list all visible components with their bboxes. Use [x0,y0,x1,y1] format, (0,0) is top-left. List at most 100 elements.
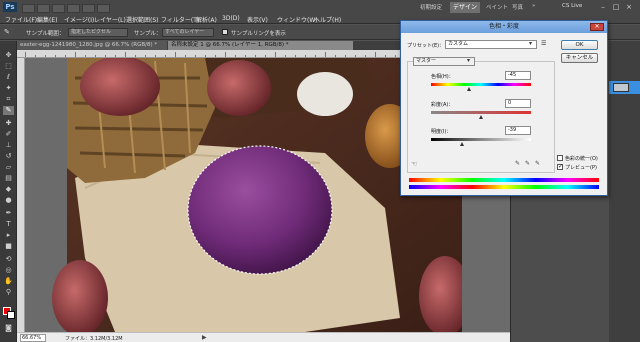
menu-file[interactable]: ファイル(F) [5,15,37,24]
hand-tool-icon[interactable]: ✋ [3,277,14,286]
screen-mode-icon[interactable] [67,4,80,13]
menu-edit[interactable]: 編集(E) [37,15,57,24]
menu-filter[interactable]: フィルター(T) [161,15,199,24]
minibridge-icon[interactable] [37,4,50,13]
vertical-ruler [17,58,25,332]
ruler-tick [385,55,386,57]
sample-size-label: サンプル範囲： [26,31,65,37]
move-tool-icon[interactable]: ✥ [3,51,14,60]
dialog-title[interactable]: 色相・彩度 [401,21,607,33]
shape-tool-icon[interactable]: ■ [3,242,14,251]
path-select-tool-icon[interactable]: ▸ [3,231,14,240]
clone-stamp-tool-icon[interactable]: ⊥ [3,141,14,150]
ruler-tick [205,55,206,57]
saturation-slider-thumb[interactable] [479,115,483,119]
tab-easter-egg[interactable]: easter-egg-1241980_1280.jpg @ 66.7% (RGB… [17,41,167,50]
sample-layers-select[interactable]: すべてのレイヤー [162,28,214,37]
arrange-docs-icon[interactable] [82,4,95,13]
menu-layer[interactable]: レイヤー(L) [94,15,126,24]
workspace-design[interactable]: デザイン [450,2,480,13]
zoom-input[interactable]: 66.67% [20,334,46,342]
colorize-checkbox[interactable] [557,155,563,161]
menu-select[interactable]: 選択範囲(S) [126,15,159,24]
healing-brush-tool-icon[interactable]: ✚ [3,119,14,128]
lightness-input[interactable]: -39 [505,126,531,135]
ok-button[interactable]: OK [561,40,598,50]
eyedropper-icon[interactable]: ✎ [515,160,520,167]
lightness-slider-track[interactable] [431,138,531,141]
menu-window[interactable]: ウィンドウ(W) [277,15,318,24]
tab-untitled-1[interactable]: 名称未設定 1 @ 66.7% (レイヤー 1, RGB/8) * [168,41,353,50]
pen-tool-icon[interactable]: ✒ [3,209,14,218]
quick-mask-icon[interactable]: ◙ [3,324,14,333]
photoshop-logo: Ps [3,2,17,12]
bridge-icon[interactable] [22,4,35,13]
hue-saturation-dialog: 色相・彩度 ✕ プリセット(E)： カスタム ▾ ☰ OK キャンセル マスター… [400,20,608,196]
eyedropper-tool-icon[interactable]: ✎ [3,106,14,115]
layer-thumbnail[interactable] [613,83,629,92]
maximize-icon[interactable]: □ [611,3,621,11]
dialog-close-icon[interactable]: ✕ [590,23,604,31]
extras-icon[interactable] [97,4,110,13]
ruler-tick [305,55,306,57]
quick-select-tool-icon[interactable]: ✦ [3,84,14,93]
3d-orbit-tool-icon[interactable]: ◎ [3,266,14,275]
eraser-tool-icon[interactable]: ▱ [3,163,14,172]
preset-select[interactable]: カスタム [445,40,537,49]
preset-options-icon[interactable]: ☰ [541,40,546,47]
ruler-tick [365,55,366,57]
ruler-tick [35,55,36,57]
brush-tool-icon[interactable]: ✐ [3,130,14,139]
ruler-tick [295,55,296,57]
lightness-slider-thumb[interactable] [459,142,464,146]
dodge-tool-icon[interactable]: ● [3,196,14,205]
saturation-slider-track[interactable] [431,111,531,114]
hue-input[interactable]: -45 [505,71,531,80]
preset-label: プリセット(E)： [407,43,445,49]
blur-tool-icon[interactable]: ◆ [3,185,14,194]
crop-tool-icon[interactable]: ⌗ [3,95,14,104]
zoom-level-icon[interactable] [52,4,65,13]
target-adjust-icon[interactable]: ☜ [411,160,417,168]
menu-image[interactable]: イメージ(I) [64,15,94,24]
background-color-swatch[interactable] [7,311,15,319]
channel-dropdown-icon[interactable]: ▾ [467,57,470,64]
show-sampling-ring-checkbox[interactable] [222,29,228,35]
minimize-icon[interactable]: – [598,3,608,11]
cs-live-button[interactable]: CS Live [562,3,582,9]
ruler-tick [105,55,106,57]
workspace-painting[interactable]: ペイント [486,3,508,11]
workspace-photo[interactable]: 写真 [512,3,523,11]
hue-slider-track[interactable] [431,83,531,86]
ruler-tick [175,52,176,57]
lasso-tool-icon[interactable]: ℓ [3,73,14,82]
sample-size-select[interactable]: 指定したピクセル [68,28,128,37]
gradient-tool-icon[interactable]: ▤ [3,174,14,183]
sample-label: サンプル： [134,31,162,37]
add-to-sample-icon[interactable]: ✎ [525,160,530,167]
saturation-input[interactable]: 0 [505,99,531,108]
eyedropper-tool-icon[interactable]: ✎ [4,28,18,37]
subtract-from-sample-icon[interactable]: ✎ [535,160,540,167]
marquee-tool-icon[interactable]: ⬚ [3,62,14,71]
workspace-more-icon[interactable]: » [532,3,535,9]
history-brush-tool-icon[interactable]: ↺ [3,152,14,161]
ruler-tick [325,52,326,57]
ruler-tick [345,55,346,57]
menu-3d[interactable]: 3D(D) [222,15,240,22]
preset-dropdown-icon[interactable]: ▾ [529,40,532,47]
3d-rotate-tool-icon[interactable]: ⟲ [3,255,14,264]
type-tool-icon[interactable]: T [3,220,14,229]
workspace-essentials[interactable]: 初期設定 [420,3,442,11]
window-close-icon[interactable]: × [624,3,634,11]
zoom-tool-icon[interactable]: ⚲ [3,288,14,297]
hue-slider-thumb[interactable] [466,87,471,91]
cancel-button[interactable]: キャンセル [561,53,598,63]
menu-help[interactable]: ヘルプ(H) [314,15,341,24]
ruler-tick [125,52,126,57]
status-menu-arrow-icon[interactable]: ▶ [202,334,207,341]
menu-analysis[interactable]: 解析(A) [196,15,217,24]
preview-checkbox[interactable] [557,163,563,170]
menu-view[interactable]: 表示(V) [247,15,268,24]
channel-select[interactable]: マスター [413,57,475,66]
